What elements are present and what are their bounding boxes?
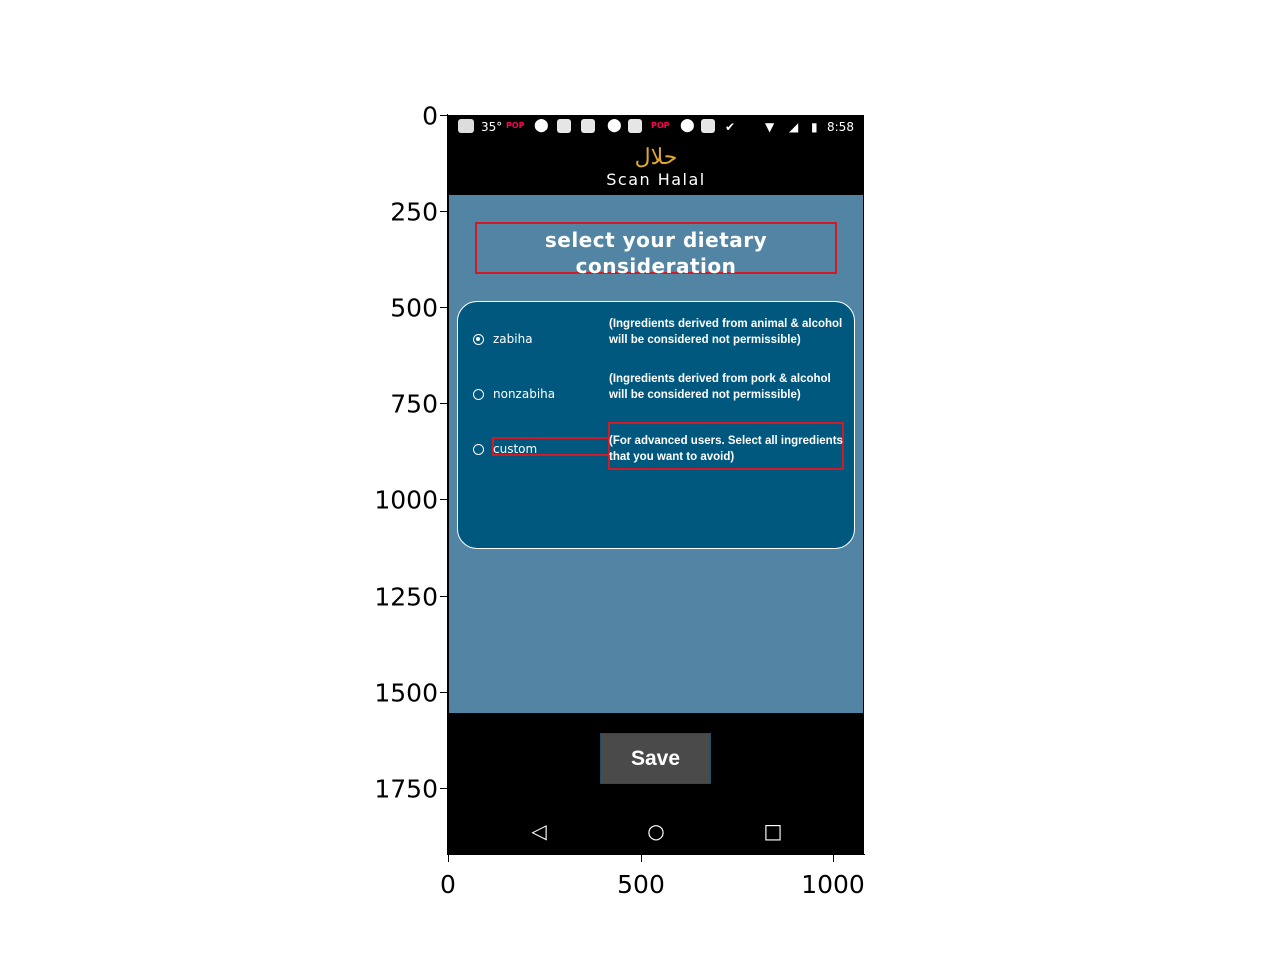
- notification-icon: [581, 119, 595, 133]
- y-tick: [440, 596, 447, 597]
- title-highlight-box: select your dietary consideration: [475, 222, 837, 278]
- option-zabiha[interactable]: zabiha (Ingredients derived from animal …: [458, 314, 854, 364]
- pop-badge-icon: POP: [506, 121, 525, 130]
- location-pin-icon: ⬤: [534, 118, 549, 133]
- save-button[interactable]: Save: [600, 733, 711, 784]
- logo-text: Scan Halal: [606, 170, 706, 189]
- signal-icon: ◢: [789, 120, 799, 134]
- status-bar: 35° POP ⬤ ⬤ POP ⬤ ✔ ▼ ◢ ▮ 8:58: [448, 115, 864, 139]
- option-description: (Ingredients derived from animal & alcoh…: [609, 318, 843, 346]
- y-tick-label: 750: [390, 389, 438, 419]
- x-tick-label: 500: [617, 870, 665, 899]
- option-label: nonzabiha: [493, 387, 556, 401]
- option-custom[interactable]: custom (For advanced users. Select all i…: [458, 422, 854, 474]
- option-description: (Ingredients derived from pork & alcohol…: [609, 373, 831, 401]
- home-icon[interactable]: ○: [642, 817, 670, 845]
- phone-screen: 35° POP ⬤ ⬤ POP ⬤ ✔ ▼ ◢ ▮ 8:58 حلال Scan…: [448, 115, 864, 854]
- bottom-spine: [447, 854, 865, 855]
- app-header: حلال Scan Halal: [448, 139, 864, 195]
- content-area: select your dietary consideration zabiha…: [449, 195, 863, 713]
- y-tick: [440, 403, 447, 404]
- option-label: custom: [493, 442, 538, 456]
- notification-icon: [557, 119, 571, 133]
- y-tick: [440, 115, 447, 116]
- y-tick: [440, 211, 447, 212]
- y-tick-label: 1500: [374, 678, 438, 708]
- message-icon: [458, 119, 474, 133]
- y-tick-label: 1750: [374, 774, 438, 804]
- logo-arabic: حلال: [634, 145, 678, 170]
- recents-icon[interactable]: □: [759, 817, 787, 845]
- back-icon[interactable]: ◁: [525, 817, 553, 845]
- notification-icon: [628, 119, 642, 133]
- notification-icon: [701, 119, 715, 133]
- page-title: select your dietary consideration: [544, 228, 768, 278]
- footer: Save ◁ ○ □: [448, 713, 864, 854]
- clock: 8:58: [827, 120, 854, 134]
- x-tick: [641, 855, 642, 862]
- android-nav-bar: ◁ ○ □: [448, 813, 864, 849]
- y-tick-label: 250: [390, 197, 438, 227]
- dietary-options-card: zabiha (Ingredients derived from animal …: [457, 301, 855, 549]
- battery-icon: ▮: [811, 120, 818, 134]
- x-tick: [448, 855, 449, 862]
- pop-badge-icon: POP: [651, 121, 670, 130]
- option-description: (For advanced users. Select all ingredie…: [609, 435, 843, 463]
- option-label: zabiha: [493, 332, 533, 346]
- y-tick: [440, 692, 447, 693]
- y-tick-label: 0: [422, 101, 438, 131]
- radio-nonzabiha[interactable]: [473, 389, 484, 400]
- y-tick: [440, 788, 447, 789]
- x-tick: [833, 855, 834, 862]
- y-tick-label: 1250: [374, 582, 438, 612]
- x-tick-label: 0: [440, 870, 456, 899]
- y-tick-label: 1000: [374, 485, 438, 515]
- wifi-icon: ▼: [765, 120, 775, 134]
- radio-zabiha[interactable]: [473, 334, 484, 345]
- option-nonzabiha[interactable]: nonzabiha (Ingredients derived from pork…: [458, 369, 854, 419]
- y-tick-label: 500: [390, 293, 438, 323]
- y-tick: [440, 307, 447, 308]
- check-icon: ✔: [725, 120, 736, 134]
- temperature: 35°: [481, 120, 503, 134]
- radio-custom[interactable]: [473, 444, 484, 455]
- location-pin-icon: ⬤: [680, 118, 695, 133]
- y-tick: [440, 499, 447, 500]
- x-tick-label: 1000: [801, 870, 865, 899]
- location-pin-icon: ⬤: [607, 118, 622, 133]
